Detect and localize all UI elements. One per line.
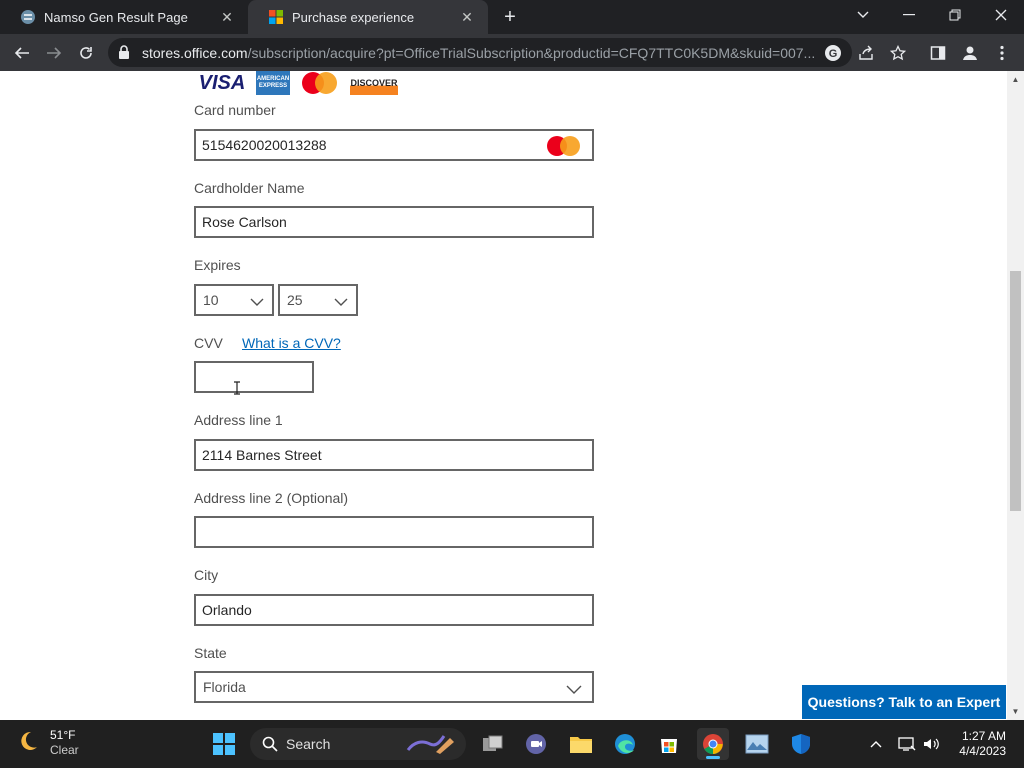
system-clock[interactable]: 1:27 AM 4/4/2023	[950, 729, 1006, 759]
clock-date: 4/4/2023	[959, 744, 1006, 758]
reload-icon[interactable]	[74, 41, 98, 65]
cvv-input[interactable]	[194, 361, 314, 395]
page-scrollbar[interactable]: ▲ ▼	[1007, 71, 1024, 720]
windows-taskbar: 51°F Clear Search 1:27 AM 4/4/2023	[0, 720, 1024, 768]
scroll-up-icon[interactable]: ▲	[1011, 75, 1020, 84]
chevron-down-icon	[566, 681, 582, 697]
card-number-value: 5154620020013288	[202, 137, 327, 153]
amex-logo: AMERICAN EXPRESS	[256, 71, 290, 95]
expiry-year-value: 25	[287, 292, 303, 308]
weather-widget[interactable]: 51°F Clear	[16, 728, 79, 758]
search-icon	[262, 736, 278, 752]
chevron-down-icon	[250, 294, 264, 310]
state-label: State	[194, 645, 227, 661]
address-line-1-label: Address line 1	[194, 412, 283, 428]
page-content: VISA AMERICAN EXPRESS DISCOVER Card numb…	[0, 71, 1007, 720]
city-label: City	[194, 567, 219, 583]
minimize-icon[interactable]	[886, 0, 932, 30]
more-menu-icon[interactable]	[990, 41, 1014, 65]
state-value: Florida	[203, 679, 246, 695]
city-value: Orlando	[202, 602, 252, 618]
restore-icon[interactable]	[932, 0, 978, 30]
task-view-icon[interactable]	[477, 728, 509, 760]
address-line-2-label: Address line 2 (Optional)	[194, 490, 349, 506]
namso-favicon-icon	[20, 9, 36, 25]
expiry-month-select[interactable]: 10	[194, 284, 274, 316]
tab-search-chevron-icon[interactable]	[840, 0, 886, 30]
svg-text:G: G	[829, 48, 838, 60]
cardholder-name-input[interactable]: Rose Carlson	[194, 206, 594, 238]
card-number-input[interactable]: 5154620020013288	[194, 129, 594, 161]
teams-chat-icon[interactable]	[520, 728, 552, 760]
scrollbar-thumb[interactable]	[1010, 271, 1021, 511]
expiry-month-value: 10	[203, 292, 219, 308]
tab-namso-gen[interactable]: Namso Gen Result Page ✕	[0, 0, 248, 34]
tab-purchase-experience[interactable]: Purchase experience ✕	[248, 0, 488, 34]
taskbar-search[interactable]: Search	[250, 728, 466, 760]
photo-app-icon[interactable]	[741, 728, 773, 760]
browser-toolbar: stores.office.com/subscription/acquire?p…	[0, 34, 1024, 71]
expires-label: Expires	[194, 257, 241, 273]
address-line-1-value: 2114 Barnes Street	[202, 447, 322, 463]
microsoft-favicon-icon	[268, 9, 284, 25]
profile-avatar-icon[interactable]	[958, 41, 982, 65]
moon-icon	[16, 729, 40, 758]
file-explorer-icon[interactable]	[565, 728, 597, 760]
close-tab-icon[interactable]: ✕	[458, 8, 476, 26]
weather-condition: Clear	[50, 743, 79, 757]
visa-logo: VISA	[198, 71, 246, 94]
address-line-2-input[interactable]	[194, 516, 594, 548]
clock-time: 1:27 AM	[961, 729, 1006, 743]
windows-start-icon[interactable]	[208, 728, 240, 760]
cvv-label: CVV	[194, 335, 223, 351]
text-cursor-icon	[233, 381, 241, 398]
browser-tabstrip: Namso Gen Result Page ✕ Purchase experie…	[0, 0, 1024, 34]
talk-to-expert-button[interactable]: Questions? Talk to an Expert	[802, 685, 1006, 719]
expiry-year-select[interactable]: 25	[278, 284, 358, 316]
close-tab-icon[interactable]: ✕	[218, 8, 236, 26]
url-text: stores.office.com/subscription/acquire?p…	[142, 45, 816, 61]
weather-temp: 51°F	[50, 728, 76, 742]
side-panel-icon[interactable]	[926, 41, 950, 65]
share-icon[interactable]	[854, 41, 878, 65]
state-select[interactable]: Florida	[194, 671, 594, 703]
volume-icon[interactable]	[921, 734, 941, 754]
new-tab-icon[interactable]: +	[500, 7, 520, 27]
tab-title: Namso Gen Result Page	[44, 9, 188, 25]
card-number-label: Card number	[194, 102, 276, 118]
microsoft-store-icon[interactable]	[653, 728, 685, 760]
show-hidden-icons-chevron-icon[interactable]	[866, 734, 886, 754]
address-bar[interactable]: stores.office.com/subscription/acquire?p…	[108, 38, 852, 67]
network-icon[interactable]	[897, 734, 917, 754]
close-window-icon[interactable]	[978, 0, 1024, 30]
chrome-icon[interactable]	[697, 728, 729, 760]
address-line-1-input[interactable]: 2114 Barnes Street	[194, 439, 594, 471]
discover-logo: DISCOVER	[350, 71, 398, 95]
edge-browser-icon[interactable]	[609, 728, 641, 760]
mastercard-badge-icon	[544, 135, 584, 157]
bookmark-star-icon[interactable]	[886, 41, 910, 65]
what-is-cvv-link[interactable]: What is a CVV?	[242, 335, 341, 351]
back-arrow-icon[interactable]	[10, 41, 34, 65]
chevron-down-icon	[334, 294, 348, 310]
forward-arrow-icon[interactable]	[42, 41, 66, 65]
city-input[interactable]: Orlando	[194, 594, 594, 626]
accepted-cards: VISA AMERICAN EXPRESS DISCOVER	[196, 71, 398, 95]
scroll-down-icon[interactable]: ▼	[1011, 707, 1020, 716]
tab-title: Purchase experience	[292, 9, 415, 25]
google-icon[interactable]: G	[824, 44, 842, 67]
cardholder-name-label: Cardholder Name	[194, 180, 305, 196]
security-shield-icon[interactable]	[785, 728, 817, 760]
search-highlight-icon	[406, 734, 458, 759]
search-label: Search	[286, 736, 331, 752]
cardholder-name-value: Rose Carlson	[202, 214, 287, 230]
mastercard-logo	[298, 71, 342, 95]
lock-icon[interactable]	[118, 45, 130, 64]
